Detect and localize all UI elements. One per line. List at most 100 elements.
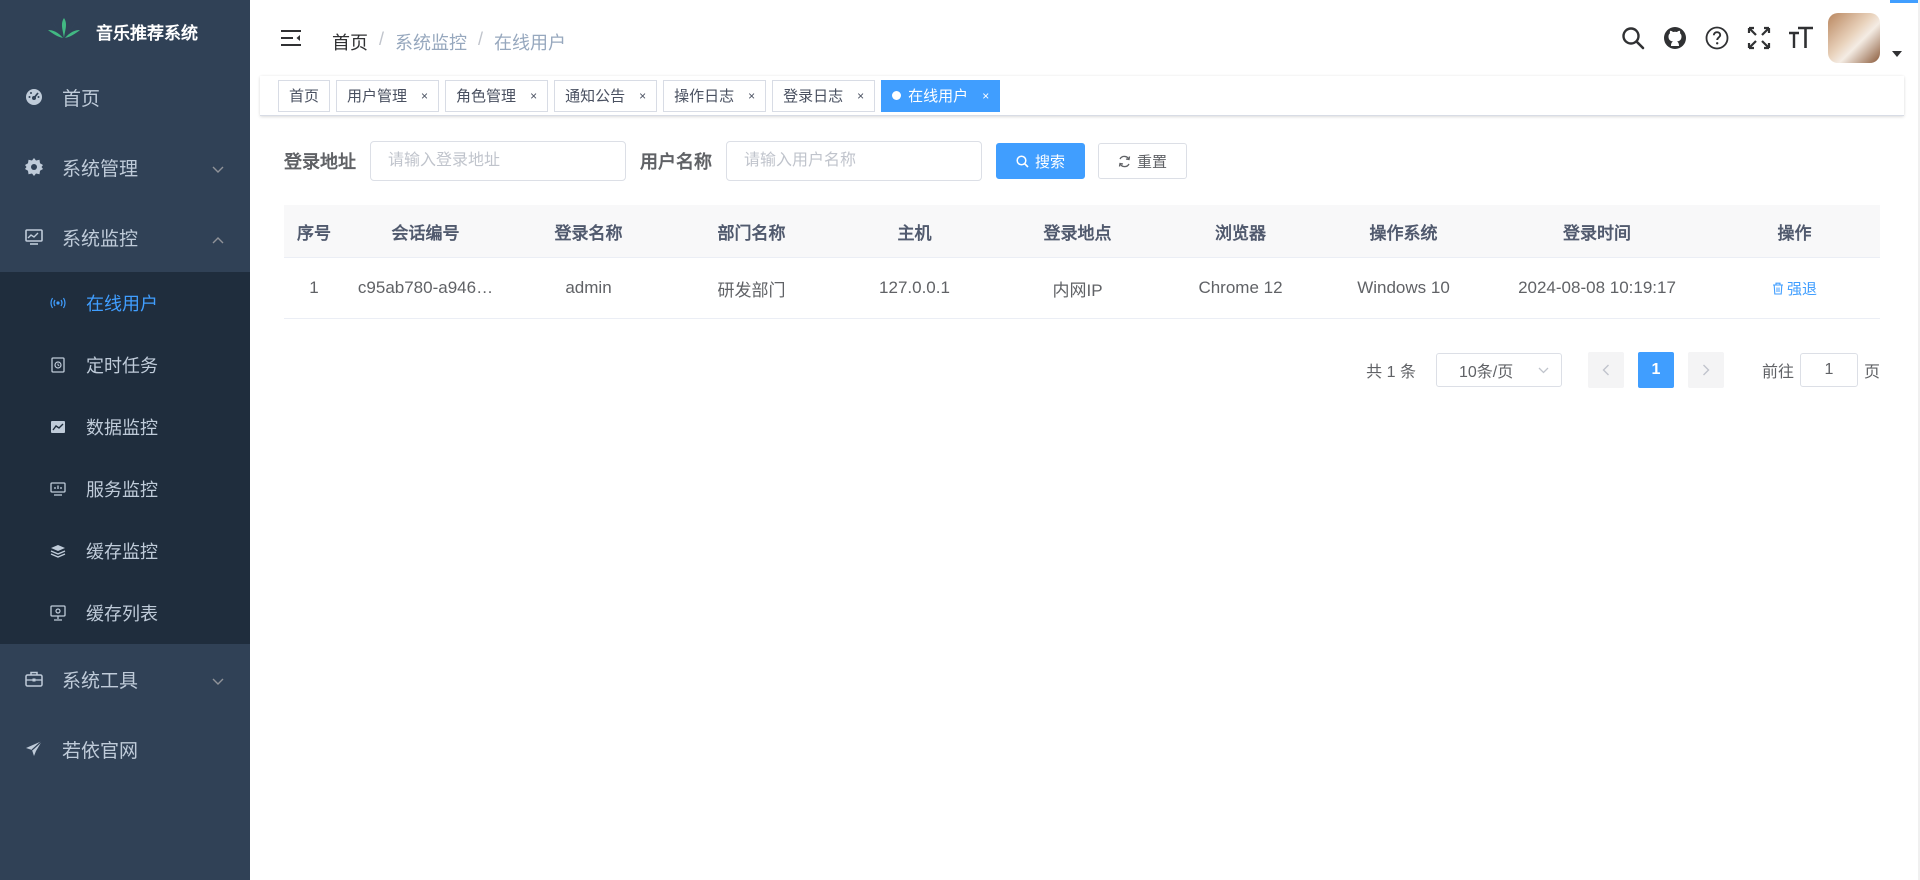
search-button-label: 搜索 — [1035, 153, 1066, 171]
monitor-icon — [24, 227, 44, 247]
sidebar-item-server-monitor[interactable]: 服务监控 — [0, 458, 250, 520]
monitor-submenu: 在线用户 定时任务 数据监控 服务监控 缓存监控 缓存列表 — [0, 272, 250, 644]
column-header: 登录地点 — [1043, 223, 1112, 243]
redis-icon — [50, 543, 66, 559]
sidebar: 音乐推荐系统 首页 系统管理 系统监控 在线用户 定时任务 数据监控 服务监控 … — [0, 0, 250, 880]
ipaddr-input[interactable] — [370, 141, 626, 181]
tag-user-management[interactable]: 用户管理 × — [336, 79, 440, 112]
close-icon[interactable]: × — [982, 89, 989, 103]
tags-view: 首页 用户管理 × 角色管理 × 通知公告 × 操作日志 × 登录日志 × 在线… — [260, 76, 1904, 116]
sidebar-item-label: 缓存监控 — [86, 542, 158, 562]
sidebar-item-data-monitor[interactable]: 数据监控 — [0, 396, 250, 458]
redis-list-icon — [50, 605, 66, 621]
column-header: 主机 — [897, 223, 932, 243]
breadcrumb-current: 在线用户 — [494, 33, 567, 53]
pagination-total: 共 1 条 — [1366, 364, 1416, 381]
github-icon[interactable] — [1654, 17, 1696, 59]
avatar — [1828, 13, 1880, 63]
logo-icon — [46, 17, 82, 45]
column-header: 操作 — [1777, 223, 1812, 243]
right-menu — [1612, 0, 1920, 76]
tag-operation-log[interactable]: 操作日志 × — [663, 79, 767, 112]
cell-browser: Chrome 12 — [1198, 278, 1283, 297]
username-input[interactable] — [726, 141, 982, 181]
goto-prefix: 前往 — [1761, 364, 1794, 381]
sidebar-item-label: 若依官网 — [62, 740, 139, 762]
page-jumper: 前往 页 — [1762, 353, 1880, 387]
cell-username: admin — [565, 278, 612, 297]
sidebar-item-monitor[interactable]: 系统监控 — [0, 202, 250, 272]
tag-login-log[interactable]: 登录日志 × — [772, 79, 876, 112]
next-page-button[interactable] — [1687, 352, 1724, 388]
cell-token: c95ab780-a946… — [344, 258, 507, 318]
search-icon[interactable] — [1612, 17, 1654, 59]
gear-icon — [24, 157, 44, 177]
online-icon — [50, 295, 66, 311]
goto-suffix: 页 — [1863, 364, 1880, 381]
ipaddr-label: 登录地址 — [284, 152, 356, 172]
close-icon[interactable]: × — [421, 89, 428, 103]
goto-page-input[interactable] — [1799, 353, 1858, 387]
sidebar-item-jobs[interactable]: 定时任务 — [0, 334, 250, 396]
reset-button[interactable]: 重置 — [1098, 143, 1188, 179]
breadcrumb-separator: / — [478, 29, 484, 49]
tag-notice[interactable]: 通知公告 × — [554, 79, 658, 112]
tag-label: 通知公告 — [565, 88, 626, 105]
dashboard-icon — [24, 87, 44, 107]
pagination: 共 1 条 10条/页 1 前往 页 — [1366, 352, 1880, 388]
search-button[interactable]: 搜索 — [996, 143, 1086, 179]
sidebar-item-system[interactable]: 系统管理 — [0, 132, 250, 202]
app-title: 音乐推荐系统 — [96, 23, 198, 43]
question-icon[interactable] — [1696, 17, 1738, 59]
sidebar-item-online-users[interactable]: 在线用户 — [0, 272, 250, 334]
token-text: c95ab780-a946… — [357, 278, 494, 297]
tag-label: 角色管理 — [456, 88, 517, 105]
close-icon[interactable]: × — [639, 89, 646, 103]
breadcrumb: 首页 / 系统监控 / 在线用户 — [332, 29, 566, 55]
sidebar-item-label: 在线用户 — [86, 294, 158, 314]
sidebar-item-label: 系统管理 — [62, 158, 139, 180]
chevron-down-icon — [1538, 361, 1549, 379]
breadcrumb-home[interactable]: 首页 — [332, 29, 368, 55]
close-icon[interactable]: × — [530, 89, 537, 103]
toolbox-icon — [24, 669, 44, 689]
user-avatar-dropdown[interactable] — [1828, 13, 1902, 63]
close-icon[interactable]: × — [748, 89, 755, 103]
close-icon[interactable]: × — [857, 89, 864, 103]
tag-label: 操作日志 — [674, 88, 735, 105]
cell-dept: 研发部门 — [717, 280, 786, 300]
sidebar-item-cache-list[interactable]: 缓存列表 — [0, 582, 250, 644]
force-logout-button[interactable]: 强退 — [1772, 278, 1817, 299]
tag-online-users[interactable]: 在线用户 × — [881, 79, 1001, 112]
prev-page-button[interactable] — [1587, 352, 1624, 388]
sidebar-item-cache-monitor[interactable]: 缓存监控 — [0, 520, 250, 582]
sidebar-logo[interactable]: 音乐推荐系统 — [0, 0, 250, 62]
paper-plane-icon — [24, 739, 44, 759]
chevron-right-icon — [1702, 364, 1710, 376]
table-row[interactable]: 1 c95ab780-a946… admin 研发部门 127.0.0.1 内网… — [284, 258, 1880, 319]
reset-button-label: 重置 — [1137, 153, 1168, 171]
column-header: 登录名称 — [554, 223, 623, 243]
table-header: 序号 会话编号 登录名称 部门名称 主机 登录地点 浏览器 操作系统 登录时间 … — [284, 205, 1880, 258]
fullscreen-icon[interactable] — [1738, 17, 1780, 59]
tag-role-management[interactable]: 角色管理 × — [445, 79, 549, 112]
chevron-left-icon — [1602, 364, 1609, 376]
tag-label: 首页 — [289, 88, 320, 105]
font-size-icon[interactable] — [1780, 17, 1822, 59]
sidebar-item-tools[interactable]: 系统工具 — [0, 644, 250, 714]
sidebar-item-official-site[interactable]: 若依官网 — [0, 714, 250, 784]
cell-actions: 强退 — [1709, 258, 1880, 318]
chevron-down-icon — [212, 670, 224, 692]
cell-os: Windows 10 — [1357, 278, 1450, 297]
search-icon — [1016, 154, 1029, 168]
breadcrumb-monitor: 系统监控 — [395, 33, 468, 53]
hamburger-toggle[interactable] — [280, 28, 302, 48]
page-size-select[interactable]: 10条/页 — [1435, 353, 1562, 387]
sidebar-item-label: 系统工具 — [62, 670, 139, 692]
sidebar-item-home[interactable]: 首页 — [0, 62, 250, 132]
job-icon — [50, 357, 66, 373]
page-number-button[interactable]: 1 — [1637, 352, 1674, 388]
tag-home[interactable]: 首页 — [278, 79, 331, 112]
sidebar-item-label: 首页 — [62, 88, 101, 110]
refresh-icon — [1118, 155, 1131, 168]
